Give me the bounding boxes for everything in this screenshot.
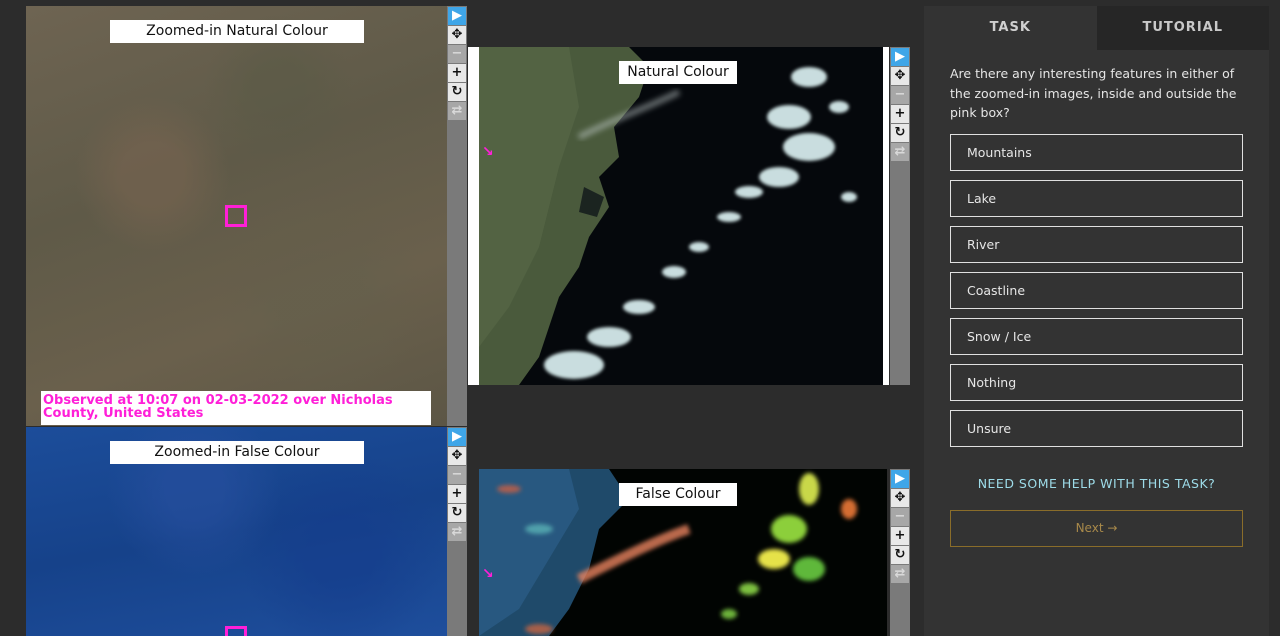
help-link[interactable]: NEED SOME HELP WITH THIS TASK? xyxy=(924,476,1269,491)
reset-icon[interactable]: ⇄ xyxy=(448,523,466,541)
pink-target-box xyxy=(225,205,247,227)
false-toolbar: ▶ ✥ − + ↻ ⇄ xyxy=(890,469,910,636)
answer-lake[interactable]: Lake xyxy=(950,180,1243,217)
zoom-out-icon[interactable]: − xyxy=(448,45,466,63)
tab-tutorial[interactable]: TUTORIAL xyxy=(1096,6,1269,50)
zoomed-natural-image[interactable]: Zoomed-in Natural Colour xyxy=(26,6,447,426)
answer-mountains[interactable]: Mountains xyxy=(950,134,1243,171)
rotate-icon[interactable]: ↻ xyxy=(448,83,466,101)
tab-task[interactable]: TASK xyxy=(924,6,1097,50)
reset-icon[interactable]: ⇄ xyxy=(891,143,909,161)
pointer-icon[interactable]: ▶ xyxy=(891,48,909,66)
pointer-icon[interactable]: ▶ xyxy=(891,470,909,488)
natural-satellite-svg xyxy=(479,47,857,385)
zoomed-false-label: Zoomed-in False Colour xyxy=(110,441,364,464)
answer-snow-ice[interactable]: Snow / Ice xyxy=(950,318,1243,355)
pointer-icon[interactable]: ▶ xyxy=(448,7,466,25)
sidebar-tabs: TASK TUTORIAL xyxy=(924,6,1269,50)
pink-arrow-marker: ↘ xyxy=(482,144,494,160)
pink-arrow-marker: ↘ xyxy=(482,566,494,582)
task-question: Are there any interesting features in ei… xyxy=(950,66,1237,120)
zoom-in-icon[interactable]: + xyxy=(891,105,909,123)
rotate-icon[interactable]: ↻ xyxy=(891,546,909,564)
task-sidebar: TASK TUTORIAL Are there any interesting … xyxy=(924,6,1269,636)
answer-coastline[interactable]: Coastline xyxy=(950,272,1243,309)
zoom-in-icon[interactable]: + xyxy=(448,64,466,82)
move-icon[interactable]: ✥ xyxy=(448,26,466,44)
false-colour-label: False Colour xyxy=(619,483,737,506)
observation-caption: Observed at 10:07 on 02-03-2022 over Nic… xyxy=(41,391,431,425)
move-icon[interactable]: ✥ xyxy=(891,489,909,507)
zoomed-false-toolbar: ▶ ✥ − + ↻ ⇄ xyxy=(447,427,467,636)
rotate-icon[interactable]: ↻ xyxy=(448,504,466,522)
zoom-in-icon[interactable]: + xyxy=(891,527,909,545)
zoom-in-icon[interactable]: + xyxy=(448,485,466,503)
natural-toolbar: ▶ ✥ − + ↻ ⇄ xyxy=(890,47,910,385)
zoom-out-icon[interactable]: − xyxy=(448,466,466,484)
pink-target-box xyxy=(225,626,247,636)
natural-colour-image[interactable]: ↘ xyxy=(479,47,883,385)
reset-icon[interactable]: ⇄ xyxy=(891,565,909,583)
answer-river[interactable]: River xyxy=(950,226,1243,263)
answer-unsure[interactable]: Unsure xyxy=(950,410,1243,447)
move-icon[interactable]: ✥ xyxy=(891,67,909,85)
zoomed-natural-label: Zoomed-in Natural Colour xyxy=(110,20,364,43)
pointer-icon[interactable]: ▶ xyxy=(448,428,466,446)
natural-colour-label: Natural Colour xyxy=(619,61,737,84)
answer-nothing[interactable]: Nothing xyxy=(950,364,1243,401)
next-button[interactable]: Next → xyxy=(950,510,1243,547)
zoomed-false-image[interactable]: Zoomed-in False Colour xyxy=(26,427,447,636)
zoom-out-icon[interactable]: − xyxy=(891,86,909,104)
reset-icon[interactable]: ⇄ xyxy=(448,102,466,120)
zoomed-natural-toolbar: ▶ ✥ − + ↻ ⇄ xyxy=(447,6,467,426)
move-icon[interactable]: ✥ xyxy=(448,447,466,465)
rotate-icon[interactable]: ↻ xyxy=(891,124,909,142)
zoom-out-icon[interactable]: − xyxy=(891,508,909,526)
